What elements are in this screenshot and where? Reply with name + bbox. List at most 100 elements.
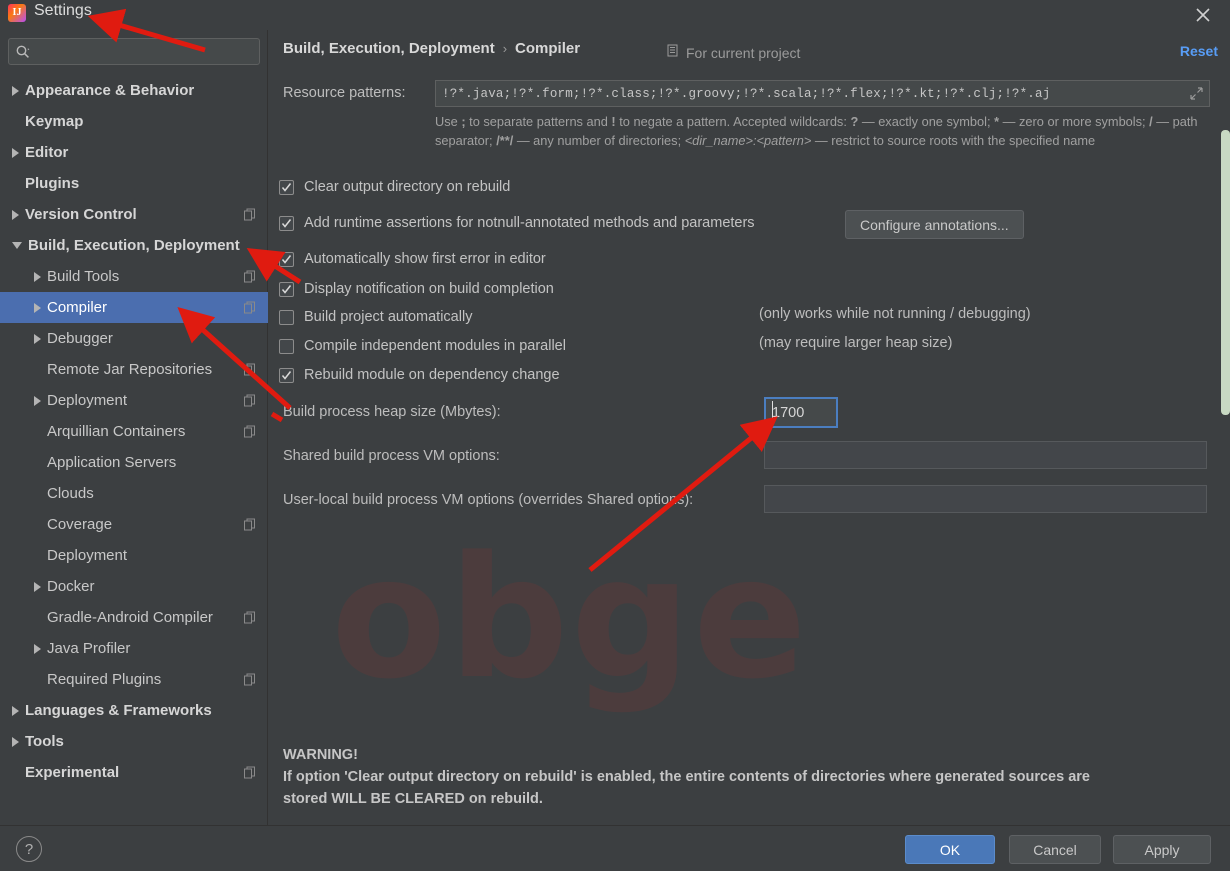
chevron-right-icon[interactable]: [34, 395, 41, 406]
sidebar-item-label: Editor: [25, 144, 69, 161]
sidebar-item-label: Clouds: [47, 485, 94, 502]
sidebar-item-languages-frameworks[interactable]: Languages & Frameworks: [0, 695, 268, 726]
sidebar-item-deployment[interactable]: Deployment: [0, 540, 268, 571]
chevron-right-icon[interactable]: [34, 302, 41, 313]
configure-annotations-button[interactable]: Configure annotations...: [845, 210, 1024, 239]
expand-icon[interactable]: [1190, 87, 1203, 100]
checkbox-label: Compile independent modules in parallel: [304, 338, 566, 354]
chevron-right-icon[interactable]: [12, 147, 19, 158]
resource-patterns-label: Resource patterns:: [283, 85, 406, 101]
resource-patterns-field[interactable]: !?*.java;!?*.form;!?*.class;!?*.groovy;!…: [435, 80, 1210, 107]
close-icon[interactable]: [1190, 2, 1216, 28]
settings-tree: Appearance & Behavior Keymap Editor Plugins…: [0, 75, 268, 825]
chevron-right-icon[interactable]: [12, 736, 19, 747]
checkbox-row[interactable]: Rebuild module on dependency change: [279, 364, 560, 386]
breadcrumb: Build, Execution, Deployment › Compiler: [283, 40, 580, 57]
chevron-right-icon[interactable]: [12, 85, 19, 96]
apply-button[interactable]: Apply: [1113, 835, 1211, 864]
sidebar-item-docker[interactable]: Docker: [0, 571, 268, 602]
sidebar-item-label: Appearance & Behavior: [25, 82, 195, 99]
checkbox-checked-icon[interactable]: [279, 367, 294, 383]
sidebar-item-keymap[interactable]: Keymap: [0, 106, 268, 137]
checkbox-row[interactable]: Build project automatically: [279, 306, 472, 328]
sidebar-item-appearance-behavior[interactable]: Appearance & Behavior: [0, 75, 268, 106]
search-input[interactable]: [31, 44, 259, 59]
checkbox-checked-icon[interactable]: [279, 281, 294, 297]
build-heap-size-value: 1700: [772, 404, 805, 421]
for-current-project-label: For current project: [667, 44, 800, 61]
checkbox-row[interactable]: Add runtime assertions for notnull-annot…: [279, 212, 755, 234]
checkbox-row[interactable]: Display notification on build completion: [279, 278, 554, 300]
chevron-right-icon[interactable]: [34, 333, 41, 344]
sidebar-item-editor[interactable]: Editor: [0, 137, 268, 168]
sidebar-item-label: Arquillian Containers: [47, 423, 186, 440]
sidebar-item-remote-jar-repositories[interactable]: Remote Jar Repositories: [0, 354, 268, 385]
sidebar-item-compiler[interactable]: Compiler: [0, 292, 268, 323]
sidebar-item-clouds[interactable]: Clouds: [0, 478, 268, 509]
sidebar-item-debugger[interactable]: Debugger: [0, 323, 268, 354]
warning-line-2: stored WILL BE CLEARED on rebuild.: [283, 791, 543, 807]
settings-sidebar: Appearance & Behavior Keymap Editor Plugins…: [0, 30, 268, 825]
for-current-project-text: For current project: [686, 44, 801, 61]
sidebar-item-label: Build Tools: [47, 268, 120, 285]
sidebar-item-label: Deployment: [47, 392, 128, 409]
sidebar-item-required-plugins[interactable]: Required Plugins: [0, 664, 268, 695]
checkbox-row[interactable]: Automatically show first error in editor: [279, 248, 546, 270]
breadcrumb-current: Compiler: [515, 40, 581, 57]
title-bar: IJ Settings: [0, 0, 1230, 30]
checkbox-checked-icon[interactable]: [279, 179, 294, 195]
cancel-button[interactable]: Cancel: [1009, 835, 1101, 864]
settings-dialog: IJ Settings Appearance & Behavior Keymap…: [0, 0, 1230, 871]
sidebar-item-coverage[interactable]: Coverage: [0, 509, 268, 540]
help-button[interactable]: ?: [16, 836, 42, 862]
field-label: User-local build process VM options (ove…: [283, 492, 694, 508]
chevron-down-icon[interactable]: [12, 242, 22, 249]
project-scope-badge-icon: [244, 673, 256, 686]
search-box[interactable]: [8, 38, 260, 65]
ok-button[interactable]: OK: [905, 835, 995, 864]
sidebar-item-label: Tools: [25, 733, 64, 750]
window-title: Settings: [34, 2, 92, 19]
sidebar-item-experimental[interactable]: Experimental: [0, 757, 268, 788]
sidebar-item-tools[interactable]: Tools: [0, 726, 268, 757]
search-field-wrapper: [8, 38, 260, 65]
sidebar-item-label: Java Profiler: [47, 640, 131, 657]
sidebar-item-application-servers[interactable]: Application Servers: [0, 447, 268, 478]
hint-seg: — any number of directories;: [513, 133, 685, 148]
build-heap-size-input[interactable]: 1700: [764, 397, 838, 428]
sidebar-item-gradle-android-compiler[interactable]: Gradle-Android Compiler: [0, 602, 268, 633]
sidebar-item-build-execution-deployment[interactable]: Build, Execution, Deployment: [0, 230, 268, 261]
user-local-vm-options-input[interactable]: [764, 485, 1207, 513]
sidebar-item-label: Required Plugins: [47, 671, 162, 688]
field-label: Shared build process VM options:: [283, 448, 500, 464]
sidebar-item-version-control[interactable]: Version Control: [0, 199, 268, 230]
resource-patterns-value: !?*.java;!?*.form;!?*.class;!?*.groovy;!…: [442, 86, 1051, 101]
chevron-right-icon[interactable]: [34, 643, 41, 654]
chevron-right-icon[interactable]: [12, 705, 19, 716]
sidebar-item-arquillian-containers[interactable]: Arquillian Containers: [0, 416, 268, 447]
vertical-scrollbar[interactable]: [1221, 130, 1230, 415]
sidebar-item-label: Remote Jar Repositories: [47, 361, 213, 378]
chevron-right-icon[interactable]: [34, 271, 41, 282]
checkbox-unchecked-icon[interactable]: [279, 338, 294, 354]
project-scope-badge-icon: [244, 270, 256, 283]
sidebar-item-plugins[interactable]: Plugins: [0, 168, 268, 199]
checkbox-checked-icon[interactable]: [279, 251, 294, 267]
chevron-right-icon[interactable]: [12, 209, 19, 220]
reset-link[interactable]: Reset: [1180, 43, 1218, 59]
breadcrumb-separator-icon: ›: [502, 41, 508, 56]
checkbox-row[interactable]: Clear output directory on rebuild: [279, 176, 510, 198]
checkbox-unchecked-icon[interactable]: [279, 309, 294, 325]
checkbox-row[interactable]: Compile independent modules in parallel: [279, 335, 566, 357]
project-scope-badge-icon: [244, 301, 256, 314]
field-label: Build process heap size (Mbytes):: [283, 404, 501, 420]
sidebar-item-build-tools[interactable]: Build Tools: [0, 261, 268, 292]
warning-title: WARNING!: [283, 747, 358, 763]
breadcrumb-parent[interactable]: Build, Execution, Deployment: [283, 40, 495, 57]
shared-vm-options-input[interactable]: [764, 441, 1207, 469]
sidebar-item-deployment[interactable]: Deployment: [0, 385, 268, 416]
warning-block: WARNING! If option 'Clear output directo…: [283, 744, 1193, 810]
sidebar-item-java-profiler[interactable]: Java Profiler: [0, 633, 268, 664]
checkbox-checked-icon[interactable]: [279, 215, 294, 231]
chevron-right-icon[interactable]: [34, 581, 41, 592]
